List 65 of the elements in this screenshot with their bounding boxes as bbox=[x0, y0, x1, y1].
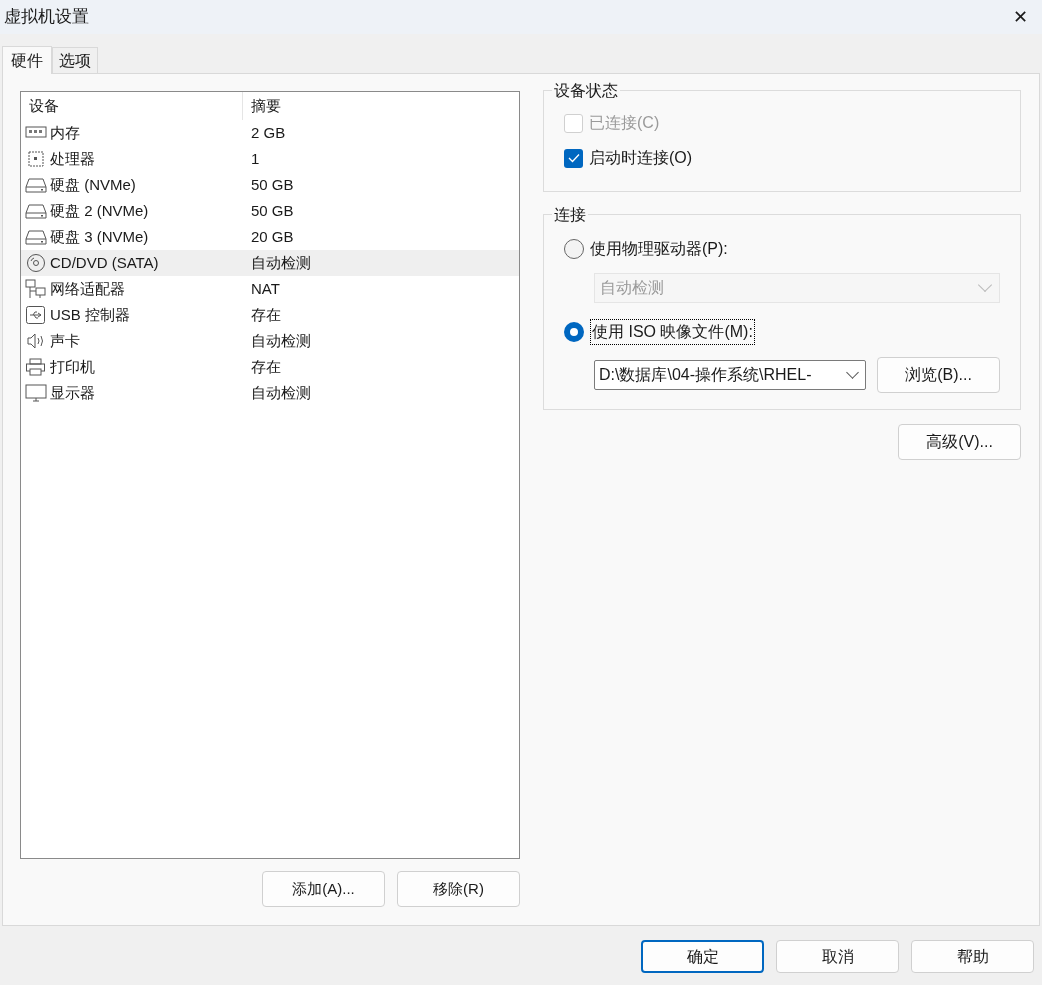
list-row[interactable]: 硬盘 (NVMe) 50 GB bbox=[21, 172, 519, 198]
advanced-button[interactable]: 高级(V)... bbox=[898, 424, 1021, 460]
device-summary: 2 GB bbox=[250, 122, 286, 143]
device-name: 处理器 bbox=[50, 148, 95, 169]
column-header[interactable]: 摘要 bbox=[243, 94, 281, 118]
dialog-button[interactable]: 帮助 bbox=[911, 940, 1034, 973]
radio-label[interactable]: 使用物理驱动器(P): bbox=[590, 237, 728, 261]
device-name: 硬盘 (NVMe) bbox=[50, 174, 136, 195]
drive-icon bbox=[25, 175, 47, 195]
device-summary: 50 GB bbox=[250, 174, 294, 195]
device-name: 硬盘 3 (NVMe) bbox=[50, 226, 149, 247]
list-row[interactable]: USB 控制器 存在 bbox=[21, 302, 519, 328]
list-row[interactable]: 显示器 自动检测 bbox=[21, 380, 519, 406]
checkbox[interactable] bbox=[564, 148, 583, 168]
device-summary: 存在 bbox=[250, 304, 281, 325]
network-icon bbox=[25, 279, 47, 299]
dropdown-value: 自动检测 bbox=[600, 278, 664, 298]
dialog-button[interactable]: 确定 bbox=[641, 940, 764, 973]
list-row[interactable]: CD/DVD (SATA) 自动检测 bbox=[21, 250, 519, 276]
disc-icon bbox=[25, 253, 47, 273]
drive-icon bbox=[25, 227, 47, 247]
device-summary: NAT bbox=[250, 278, 280, 299]
printer-icon bbox=[25, 357, 47, 377]
tab[interactable]: 选项 bbox=[52, 47, 98, 73]
list-row[interactable]: 硬盘 3 (NVMe) 20 GB bbox=[21, 224, 519, 250]
device-name: 内存 bbox=[50, 122, 80, 143]
device-name: CD/DVD (SATA) bbox=[50, 252, 159, 273]
column-header[interactable]: 设备 bbox=[21, 92, 243, 120]
radio-button[interactable] bbox=[564, 239, 584, 259]
monitor-icon bbox=[25, 383, 47, 403]
list-row[interactable]: 内存 2 GB bbox=[21, 120, 519, 146]
radio-button[interactable] bbox=[564, 322, 584, 342]
device-summary: 20 GB bbox=[250, 226, 294, 247]
list-action-button[interactable]: 添加(A)... bbox=[262, 871, 385, 907]
list-row[interactable]: 硬盘 2 (NVMe) 50 GB bbox=[21, 198, 519, 224]
chip-icon bbox=[25, 149, 47, 169]
device-name: 硬盘 2 (NVMe) bbox=[50, 200, 149, 221]
device-name: 显示器 bbox=[50, 382, 95, 403]
radio-label[interactable]: 使用 ISO 映像文件(M): bbox=[590, 319, 755, 345]
device-summary: 50 GB bbox=[250, 200, 294, 221]
checkbox-label[interactable]: 启动时连接(O) bbox=[589, 146, 693, 170]
device-summary: 自动检测 bbox=[250, 252, 311, 273]
path-dropdown[interactable]: D:\数据库\04-操作系统\RHEL- bbox=[594, 360, 866, 390]
device-summary: 存在 bbox=[250, 356, 281, 377]
tab[interactable]: 硬件 bbox=[2, 46, 52, 74]
device-summary: 自动检测 bbox=[250, 382, 311, 403]
check-icon bbox=[567, 153, 580, 163]
list-row[interactable]: 处理器 1 bbox=[21, 146, 519, 172]
close-button[interactable]: ✕ bbox=[1008, 5, 1032, 29]
dialog-button[interactable]: 取消 bbox=[776, 940, 899, 973]
window-title: 虚拟机设置 bbox=[4, 6, 89, 29]
list-row[interactable]: 网络适配器 NAT bbox=[21, 276, 519, 302]
device-name: 打印机 bbox=[50, 356, 95, 377]
device-summary: 1 bbox=[250, 148, 260, 169]
browse-button[interactable]: 浏览(B)... bbox=[877, 357, 1000, 393]
device-name: 声卡 bbox=[50, 330, 80, 351]
device-name: USB 控制器 bbox=[50, 304, 130, 325]
drive-icon bbox=[25, 201, 47, 221]
usb-icon bbox=[25, 305, 47, 325]
device-summary: 自动检测 bbox=[250, 330, 311, 351]
list-row[interactable]: 打印机 存在 bbox=[21, 354, 519, 380]
path-value: D:\数据库\04-操作系统\RHEL- bbox=[599, 365, 812, 385]
list-row[interactable]: 声卡 自动检测 bbox=[21, 328, 519, 354]
device-name: 网络适配器 bbox=[50, 278, 125, 299]
list-action-button[interactable]: 移除(R) bbox=[397, 871, 520, 907]
